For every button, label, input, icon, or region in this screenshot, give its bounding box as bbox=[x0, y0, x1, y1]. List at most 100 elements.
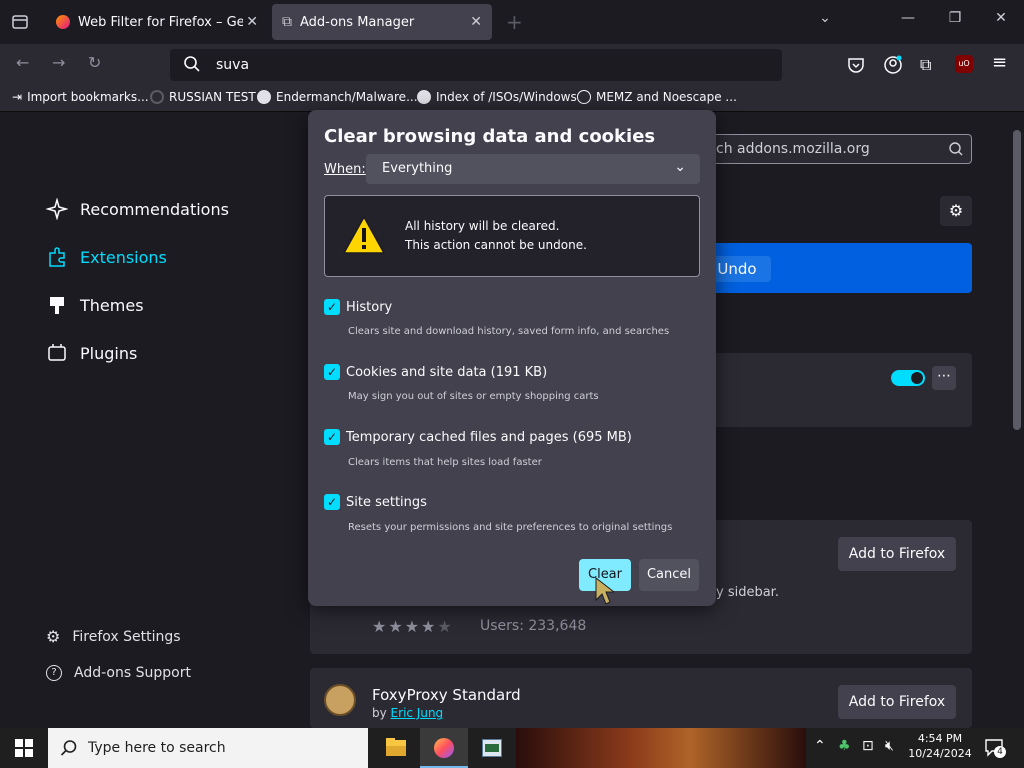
option-site-settings[interactable]: ✓ Site settings bbox=[324, 494, 427, 510]
tab-web-filter[interactable]: Web Filter for Firefox – Get this E ✕ bbox=[46, 4, 268, 40]
clock-time: 4:54 PM bbox=[917, 732, 963, 745]
option-cache[interactable]: ✓ Temporary cached files and pages (695 … bbox=[324, 429, 632, 445]
google-icon bbox=[257, 90, 271, 104]
bookmark-label: MEMZ and Noescape ... bbox=[596, 90, 737, 104]
add-to-firefox-button[interactable]: Add to Firefox bbox=[838, 685, 956, 719]
firefox-taskbar-icon[interactable] bbox=[420, 728, 468, 768]
warning-line-2: This action cannot be undone. bbox=[405, 238, 587, 252]
bookmark-import[interactable]: ⇥ Import bookmarks... bbox=[12, 90, 149, 104]
when-value: Everything bbox=[382, 161, 453, 176]
author-link[interactable]: Eric Jung bbox=[391, 706, 444, 720]
option-label: History bbox=[346, 299, 393, 315]
tab-label: Add-ons Manager bbox=[300, 14, 415, 30]
forward-arrow-icon[interactable]: → bbox=[52, 53, 65, 72]
bookmark-label: Index of /ISOs/Windows bbox=[436, 90, 577, 104]
close-tab-icon[interactable]: ✕ bbox=[246, 14, 258, 30]
foxyproxy-author-line: by Eric Jung bbox=[372, 706, 443, 720]
search-icon bbox=[183, 55, 201, 77]
ublock-icon[interactable]: uO bbox=[955, 55, 973, 73]
firefox-tab-icon bbox=[56, 15, 70, 29]
tray-app-icon[interactable]: ♣ bbox=[838, 738, 851, 754]
option-description: May sign you out of sites or empty shopp… bbox=[348, 391, 599, 402]
reload-icon[interactable]: ↻ bbox=[88, 53, 101, 72]
sidebar-item-label: Extensions bbox=[80, 247, 167, 267]
taskbar-wallpaper-area bbox=[516, 728, 806, 768]
checkbox-checked-icon[interactable]: ✓ bbox=[324, 364, 340, 380]
bookmark-isos[interactable]: Index of /ISOs/Windows bbox=[417, 90, 577, 104]
clock-date: 10/24/2024 bbox=[908, 747, 972, 760]
when-label: When: bbox=[324, 162, 366, 177]
tray-chevron-up-icon[interactable]: ⌃ bbox=[814, 738, 826, 754]
extensions-puzzle-icon[interactable]: ⧉ bbox=[920, 55, 931, 75]
file-explorer-icon[interactable] bbox=[372, 728, 420, 768]
notification-count-badge: 4 bbox=[994, 746, 1006, 758]
dialog-title: Clear browsing data and cookies bbox=[324, 126, 656, 147]
minimize-icon[interactable]: — bbox=[893, 10, 923, 26]
foxyproxy-logo-icon bbox=[324, 684, 356, 716]
by-label: by bbox=[372, 706, 387, 720]
help-icon: ? bbox=[46, 665, 62, 681]
extension-enable-toggle[interactable] bbox=[891, 370, 925, 386]
warning-line-1: All history will be cleared. bbox=[405, 219, 560, 233]
sidebar-item-label: Recommendations bbox=[80, 199, 229, 219]
taskbar-clock[interactable]: 4:54 PM 10/24/2024 bbox=[908, 732, 972, 760]
checkbox-checked-icon[interactable]: ✓ bbox=[324, 429, 340, 445]
checkbox-checked-icon[interactable]: ✓ bbox=[324, 299, 340, 315]
tab-list-icon[interactable] bbox=[10, 12, 30, 32]
tools-gear-button[interactable]: ⚙ bbox=[940, 196, 972, 226]
sidebar-item-extensions[interactable]: Extensions bbox=[46, 246, 167, 268]
chevron-down-icon: ⌄ bbox=[674, 159, 686, 175]
new-tab-icon[interactable]: + bbox=[506, 10, 523, 34]
option-cookies[interactable]: ✓ Cookies and site data (191 KB) bbox=[324, 364, 547, 380]
account-icon[interactable] bbox=[883, 55, 903, 79]
taskbar-search-text: Type here to search bbox=[88, 740, 226, 756]
search-icon bbox=[60, 739, 78, 761]
sidebar-footer-label: Add-ons Support bbox=[74, 665, 191, 681]
more-options-icon[interactable]: ⋯ bbox=[932, 366, 956, 390]
add-to-firefox-button[interactable]: Add to Firefox bbox=[838, 537, 956, 571]
cancel-button[interactable]: Cancel bbox=[639, 559, 699, 591]
bookmark-endermanch[interactable]: Endermanch/Malware... bbox=[257, 90, 418, 104]
sidebar-item-themes[interactable]: Themes bbox=[46, 294, 144, 316]
notification-center-icon[interactable]: 4 bbox=[984, 738, 1006, 758]
restore-icon[interactable]: ❐ bbox=[940, 10, 970, 26]
tab-label: Web Filter for Firefox – Get this E bbox=[78, 14, 243, 30]
gear-icon: ⚙ bbox=[46, 627, 61, 646]
search-icon bbox=[948, 141, 964, 161]
bookmark-russian-test[interactable]: RUSSIAN TEST bbox=[150, 90, 256, 104]
windows-start-icon[interactable] bbox=[14, 738, 34, 762]
close-tab-icon[interactable]: ✕ bbox=[470, 14, 482, 30]
mouse-cursor-icon bbox=[594, 576, 616, 610]
sidebar-addons-support[interactable]: ? Add-ons Support bbox=[46, 665, 191, 681]
url-input[interactable]: suva bbox=[216, 57, 249, 73]
sidebar-item-plugins[interactable]: Plugins bbox=[46, 342, 137, 364]
checkbox-checked-icon[interactable]: ✓ bbox=[324, 494, 340, 510]
option-label: Cookies and site data (191 KB) bbox=[346, 364, 548, 380]
url-bar[interactable] bbox=[170, 49, 782, 81]
volume-muted-icon[interactable]: 🔇︎ bbox=[885, 738, 894, 754]
addons-search-placeholder: ch addons.mozilla.org bbox=[716, 141, 870, 157]
brush-icon bbox=[46, 294, 68, 316]
bookmark-memz[interactable]: MEMZ and Noescape ... bbox=[577, 90, 737, 104]
sidebar-item-label: Plugins bbox=[80, 343, 138, 363]
menu-hamburger-icon[interactable]: ≡ bbox=[992, 52, 1007, 73]
scrollbar-thumb[interactable] bbox=[1013, 130, 1021, 430]
close-window-icon[interactable]: ✕ bbox=[986, 10, 1016, 26]
back-arrow-icon[interactable]: ← bbox=[16, 53, 29, 72]
sidebar-footer-label: Firefox Settings bbox=[72, 628, 181, 645]
sidebar-firefox-settings[interactable]: ⚙ Firefox Settings bbox=[46, 627, 181, 646]
chevron-down-icon[interactable]: ⌄ bbox=[810, 10, 840, 26]
import-icon: ⇥ bbox=[12, 90, 23, 104]
tab-addons-manager[interactable]: ⧉ Add-ons Manager ✕ bbox=[272, 4, 492, 40]
network-icon[interactable]: ⊡ bbox=[862, 738, 874, 754]
bookmark-label: Endermanch/Malware... bbox=[276, 90, 418, 104]
terminal-app-icon[interactable] bbox=[468, 728, 516, 768]
sidebar-item-recommendations[interactable]: Recommendations bbox=[45, 197, 229, 221]
option-label: Site settings bbox=[346, 494, 427, 510]
installed-extension-card bbox=[690, 353, 972, 427]
option-history[interactable]: ✓ History bbox=[324, 299, 392, 315]
toggle-knob bbox=[911, 372, 923, 384]
when-select[interactable]: Everything ⌄ bbox=[366, 154, 700, 184]
foxyproxy-name[interactable]: FoxyProxy Standard bbox=[372, 686, 521, 704]
pocket-icon[interactable] bbox=[847, 56, 865, 78]
